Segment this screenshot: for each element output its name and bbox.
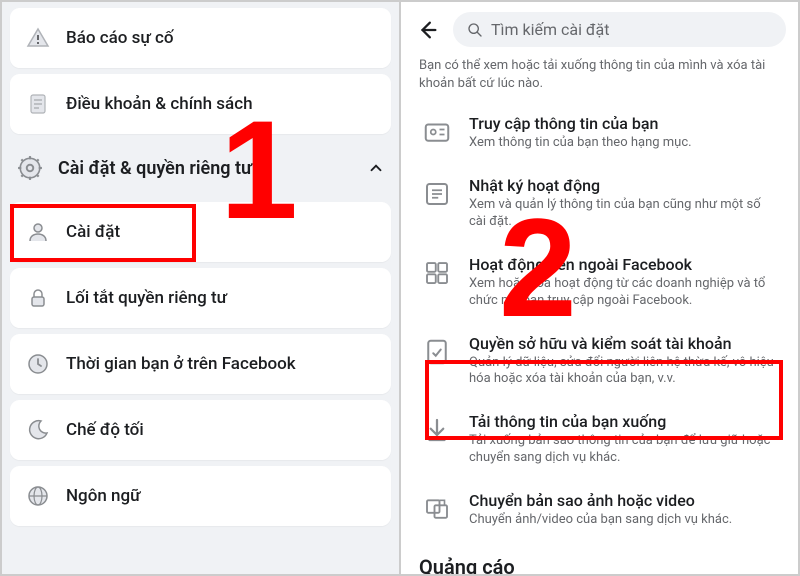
menu-label: Báo cáo sự cố <box>66 28 377 48</box>
user-gear-icon <box>24 218 52 246</box>
lock-icon <box>24 284 52 312</box>
item-off-facebook-activity[interactable]: Hoạt động bên ngoài Facebook Xem hoặc xó… <box>409 243 790 322</box>
menu-settings[interactable]: Cài đặt <box>10 202 391 262</box>
item-account-ownership[interactable]: Quyền sở hữu và kiểm soát tài khoản Quản… <box>409 322 790 401</box>
list-icon <box>419 176 455 212</box>
item-title: Quyền sở hữu và kiểm soát tài khoản <box>469 334 780 353</box>
ads-section-title: Quảng cáo <box>401 541 798 574</box>
apps-icon <box>419 255 455 291</box>
search-icon <box>467 22 483 38</box>
download-icon <box>419 412 455 448</box>
back-button[interactable] <box>413 15 443 45</box>
search-input[interactable]: Tìm kiếm cài đặt <box>453 12 786 47</box>
document-check-icon <box>419 334 455 370</box>
transfer-icon <box>419 491 455 527</box>
menu-label: Cài đặt <box>66 222 377 242</box>
item-activity-log[interactable]: Nhật ký hoạt động Xem và quản lý thông t… <box>409 164 790 243</box>
menu-privacy-shortcuts[interactable]: Lối tắt quyền riêng tư <box>10 268 391 328</box>
menu-dark-mode[interactable]: Chế độ tối <box>10 400 391 460</box>
item-transfer-copy[interactable]: Chuyển bản sao ảnh hoặc video Chuyển ảnh… <box>409 479 790 541</box>
item-desc: Xem và quản lý thông tin của bạn cũng nh… <box>469 197 780 231</box>
menu-report-problem[interactable]: Báo cáo sự cố <box>10 8 391 68</box>
menu-label: Điều khoản & chính sách <box>66 94 377 114</box>
moon-icon <box>24 416 52 444</box>
item-desc: Xem hoặc xóa hoạt động từ các doanh nghi… <box>469 276 780 310</box>
chevron-up-icon <box>367 159 385 177</box>
warning-icon <box>24 24 52 52</box>
section-title: Cài đặt & quyền riêng tư <box>58 158 252 179</box>
globe-icon <box>24 482 52 510</box>
settings-privacy-header[interactable]: Cài đặt & quyền riêng tư <box>2 140 399 196</box>
menu-label: Thời gian bạn ở trên Facebook <box>66 354 377 374</box>
menu-label: Ngôn ngữ <box>66 486 377 506</box>
menu-label: Chế độ tối <box>66 420 377 440</box>
intro-text: Bạn có thể xem hoặc tải xuống thông tin … <box>401 57 798 102</box>
gear-icon <box>16 154 44 182</box>
id-card-icon <box>419 114 455 150</box>
item-desc: Xem thông tin của bạn theo hạng mục. <box>469 135 780 152</box>
item-desc: Chuyển ảnh/video của bạn sang dịch vụ kh… <box>469 512 780 529</box>
item-title: Chuyển bản sao ảnh hoặc video <box>469 491 780 510</box>
clock-icon <box>24 350 52 378</box>
item-title: Truy cập thông tin của bạn <box>469 114 780 133</box>
right-header: Tìm kiếm cài đặt <box>401 2 798 57</box>
item-desc: Quản lý dữ liệu, sửa đổi người liên hệ t… <box>469 355 780 389</box>
item-title: Tải thông tin của bạn xuống <box>469 412 780 431</box>
item-download-info[interactable]: Tải thông tin của bạn xuống Tải xuống bả… <box>409 400 790 479</box>
document-icon <box>24 90 52 118</box>
item-access-info[interactable]: Truy cập thông tin của bạn Xem thông tin… <box>409 102 790 164</box>
menu-time-on-facebook[interactable]: Thời gian bạn ở trên Facebook <box>10 334 391 394</box>
menu-terms-policies[interactable]: Điều khoản & chính sách <box>10 74 391 134</box>
left-pane: Báo cáo sự cố Điều khoản & chính sách Cà… <box>2 2 401 574</box>
item-title: Nhật ký hoạt động <box>469 176 780 195</box>
menu-language[interactable]: Ngôn ngữ <box>10 466 391 526</box>
search-placeholder: Tìm kiếm cài đặt <box>491 20 609 39</box>
right-pane: Tìm kiếm cài đặt Bạn có thể xem hoặc tải… <box>401 2 798 574</box>
menu-label: Lối tắt quyền riêng tư <box>66 288 377 308</box>
item-title: Hoạt động bên ngoài Facebook <box>469 255 780 274</box>
item-desc: Tải xuống bản sao thông tin của bạn để l… <box>469 433 780 467</box>
